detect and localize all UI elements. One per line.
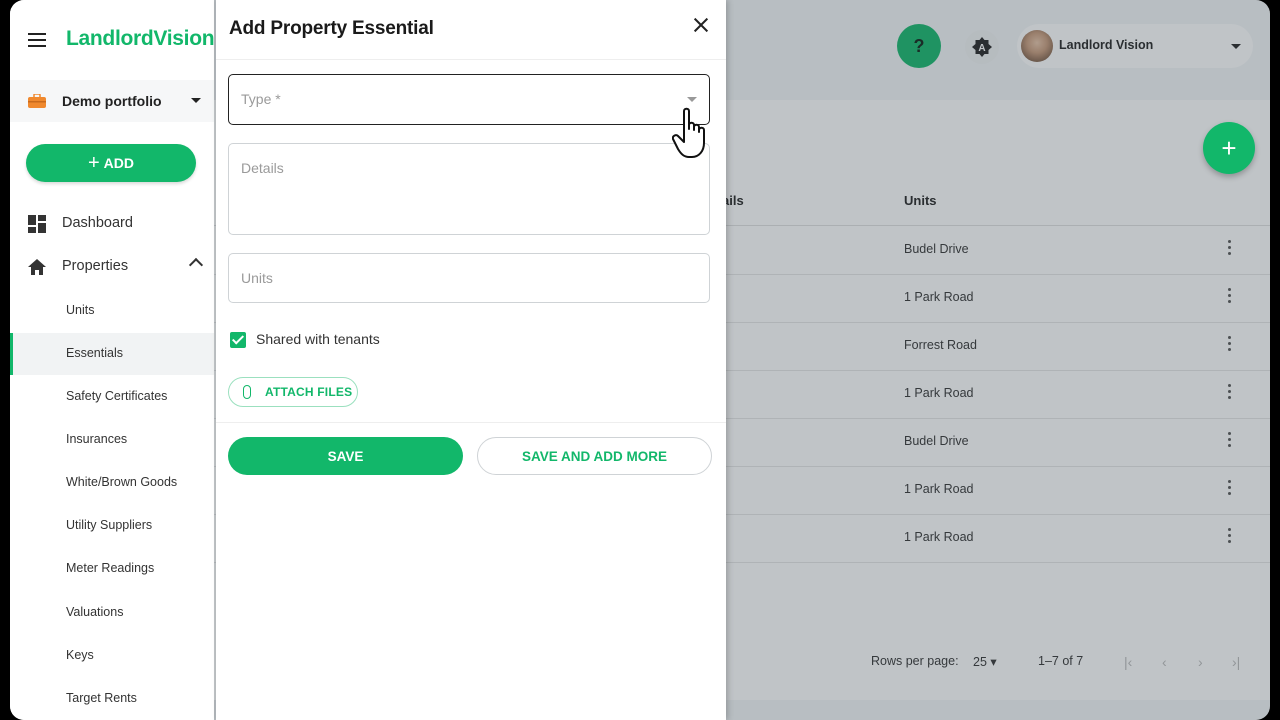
- sidebar-subitem-target-rents[interactable]: Target Rents: [10, 678, 214, 720]
- sidebar-subitem-label: Insurances: [66, 432, 128, 446]
- briefcase-icon: [28, 94, 46, 108]
- save-button[interactable]: SAVE: [228, 437, 463, 475]
- close-icon[interactable]: [692, 16, 710, 34]
- sidebar-item-label: Properties: [62, 258, 129, 274]
- add-button-label: ADD: [103, 155, 135, 171]
- add-button[interactable]: + ADD: [26, 144, 196, 182]
- shared-with-tenants-checkbox[interactable]: [230, 332, 246, 348]
- sidebar-subitem-label: Valuations: [66, 605, 124, 619]
- chevron-down-icon: [191, 98, 201, 103]
- sidebar-subitem-keys[interactable]: Keys: [10, 635, 214, 677]
- sidebar-subitem-label: White/Brown Goods: [66, 475, 178, 489]
- sidebar-subitem-label: Target Rents: [66, 691, 137, 705]
- sidebar-subitem-essentials[interactable]: Essentials: [10, 333, 217, 375]
- details-field[interactable]: Details: [228, 143, 710, 235]
- plus-icon: +: [87, 152, 100, 174]
- sidebar-subitem-utility-suppliers[interactable]: Utility Suppliers: [10, 505, 214, 547]
- sidebar-subitem-label: Units: [66, 303, 95, 317]
- portfolio-selector[interactable]: Demo portfolio: [10, 80, 214, 122]
- app-window: LandlordVision Demo portfolio + ADD Dash…: [10, 0, 1270, 720]
- sidebar-item-properties[interactable]: Properties: [10, 247, 214, 287]
- sidebar-item-label: Dashboard: [62, 215, 133, 231]
- units-field[interactable]: Units: [228, 253, 710, 303]
- paperclip-icon: [243, 385, 251, 399]
- sidebar-subitem-units[interactable]: Units: [10, 290, 214, 332]
- dropdown-arrow-icon: [687, 97, 697, 102]
- shared-with-tenants-label[interactable]: Shared with tenants: [256, 331, 380, 347]
- sidebar: LandlordVision Demo portfolio + ADD Dash…: [10, 0, 217, 720]
- sidebar-subitem-valuations[interactable]: Valuations: [10, 592, 214, 634]
- home-icon: [28, 259, 46, 275]
- details-placeholder: Details: [241, 160, 284, 176]
- portfolio-name: Demo portfolio: [62, 93, 162, 109]
- attach-files-button[interactable]: ATTACH FILES: [228, 377, 358, 407]
- type-placeholder: Type *: [241, 91, 281, 107]
- type-select[interactable]: Type *: [228, 74, 710, 125]
- sidebar-subitem-meter-readings[interactable]: Meter Readings: [10, 548, 214, 590]
- add-fab-button[interactable]: +: [1203, 122, 1255, 174]
- save-and-add-more-button[interactable]: SAVE AND ADD MORE: [477, 437, 712, 475]
- units-placeholder: Units: [241, 270, 273, 286]
- sidebar-header: LandlordVision: [10, 0, 215, 80]
- plus-icon: +: [1221, 132, 1237, 163]
- attach-files-label: ATTACH FILES: [265, 385, 353, 399]
- sidebar-subitem-label: Keys: [66, 648, 94, 662]
- sidebar-subitem-label: Meter Readings: [66, 561, 155, 575]
- sidebar-subitem-label: Safety Certificates: [66, 389, 168, 403]
- menu-icon[interactable]: [28, 33, 46, 47]
- sidebar-subitem-label: Essentials: [66, 346, 123, 360]
- chevron-up-icon[interactable]: [188, 257, 204, 273]
- divider: [216, 422, 726, 423]
- drawer-title: Add Property Essential: [229, 18, 434, 39]
- sidebar-subitem-insurances[interactable]: Insurances: [10, 419, 214, 461]
- add-essential-drawer: Add Property Essential Type * Details Un…: [216, 0, 726, 720]
- sidebar-item-dashboard[interactable]: Dashboard: [10, 204, 214, 244]
- sidebar-subitem-safety-certificates[interactable]: Safety Certificates: [10, 376, 214, 418]
- brand-logo: LandlordVision: [66, 27, 215, 50]
- dashboard-icon: [28, 215, 46, 233]
- sidebar-subitem-label: Utility Suppliers: [66, 518, 153, 532]
- sidebar-subitem-white-brown-goods[interactable]: White/Brown Goods: [10, 462, 214, 504]
- divider: [216, 59, 726, 60]
